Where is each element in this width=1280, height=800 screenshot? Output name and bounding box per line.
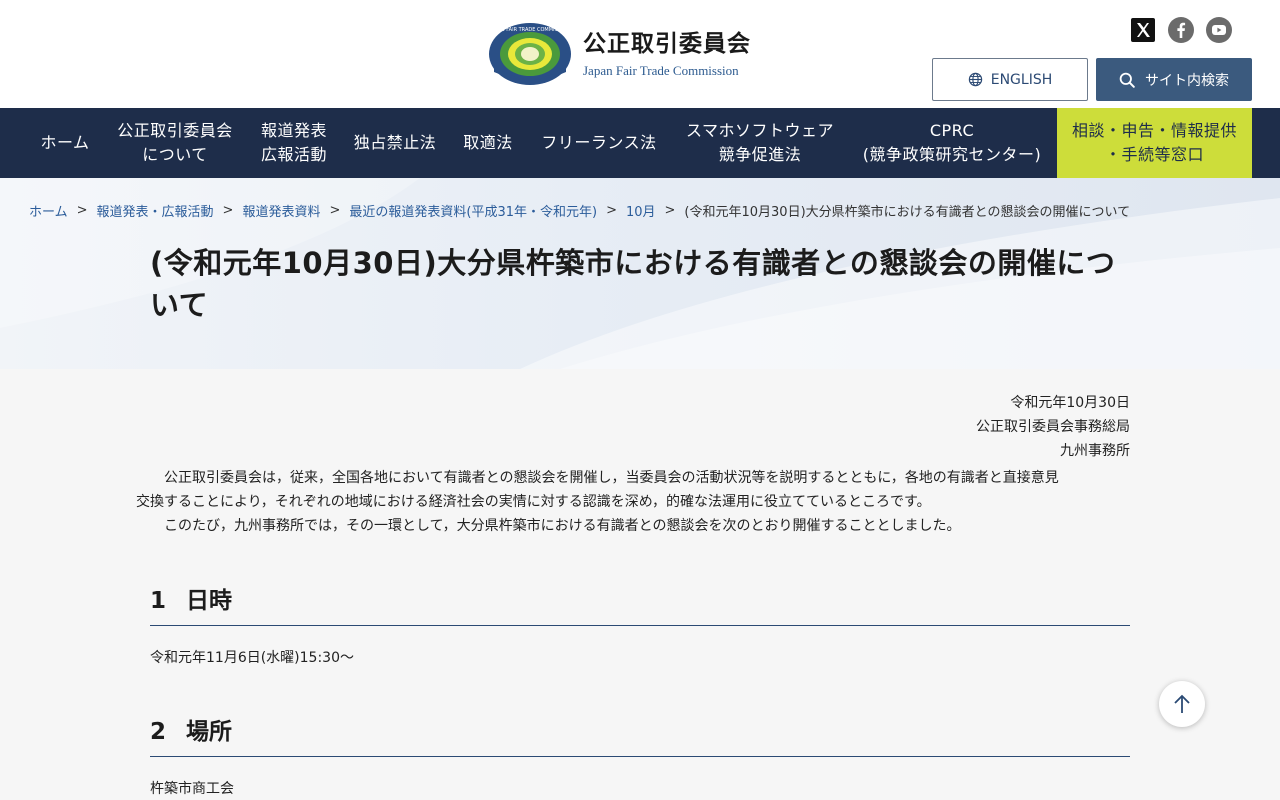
nav-freelance[interactable]: フリーランス法 xyxy=(530,108,668,178)
globe-icon xyxy=(968,72,983,87)
breadcrumb-separator: > xyxy=(76,203,88,218)
section-number: 1 xyxy=(150,588,167,614)
nav-toriteki[interactable]: 取適法 xyxy=(452,108,524,178)
jftc-emblem-icon: JAPAN FAIR TRADE COMMISSION xyxy=(489,23,571,85)
sns-links xyxy=(1130,17,1232,43)
breadcrumb-separator: > xyxy=(329,203,341,218)
breadcrumb-link-press[interactable]: 報道発表・広報活動 xyxy=(97,201,214,220)
logo-title-jp: 公正取引委員会 xyxy=(583,30,751,57)
release-date: 令和元年10月30日 xyxy=(1010,395,1130,411)
nav-label: (競争政策研究センター) xyxy=(862,145,1042,164)
nav-antimonopoly[interactable]: 独占禁止法 xyxy=(344,108,446,178)
nav-smartphone-act[interactable]: スマホソフトウェア 競争促進法 xyxy=(673,108,847,178)
breadcrumb-separator: > xyxy=(606,203,617,218)
nav-label: 報道発表 xyxy=(260,121,327,140)
breadcrumb: ホーム > 報道発表・広報活動 > 報道発表資料 > 最近の報道発表資料(平成3… xyxy=(29,201,1130,220)
logo-ring-text: JAPAN FAIR TRADE COMMISSION xyxy=(489,27,570,33)
release-org: 公正取引委員会事務総局 xyxy=(976,419,1130,435)
search-label: サイト内検索 xyxy=(1145,72,1229,89)
page-title-line1: (令和元年10月30日)大分県杵築市における有識者との懇談会の開催につ xyxy=(150,246,1116,280)
breadcrumb-link-home[interactable]: ホーム xyxy=(29,201,68,220)
facebook-icon[interactable] xyxy=(1168,17,1194,43)
breadcrumb-link-press-materials[interactable]: 報道発表資料 xyxy=(242,201,320,220)
youtube-icon[interactable] xyxy=(1206,17,1232,43)
release-office: 九州事務所 xyxy=(1060,443,1130,459)
section-heading-venue: 2 場所 xyxy=(150,712,1130,757)
section-number: 2 xyxy=(150,719,167,745)
breadcrumb-current: (令和元年10月30日)大分県杵築市における有識者との懇談会の開催について xyxy=(684,205,1131,220)
search-icon xyxy=(1119,72,1135,88)
nav-label: 取適法 xyxy=(463,133,513,152)
nav-label: CPRC xyxy=(929,121,975,140)
site-search-button[interactable]: サイト内検索 xyxy=(1096,58,1252,101)
breadcrumb-separator: > xyxy=(222,203,234,218)
site-logo[interactable]: JAPAN FAIR TRADE COMMISSION 公正取引委員会 Japa… xyxy=(488,22,751,86)
nav-consultation[interactable]: 相談・申告・情報提供 ・手続等窓口 xyxy=(1057,108,1252,178)
intro-text: 公正取引委員会は，従来，全国各地において有識者との懇談会を開催し，当委員会の活動… xyxy=(136,466,1130,538)
back-to-top-button[interactable] xyxy=(1159,681,1205,727)
intro-paragraph-1: 公正取引委員会は，従来，全国各地において有識者との懇談会を開催し，当委員会の活動… xyxy=(136,466,1130,514)
global-nav: ホーム 公正取引委員会 について 報道発表広報活動 独占禁止法 取適法 フリーラン… xyxy=(0,108,1280,178)
nav-label: スマホソフトウェア xyxy=(685,121,835,140)
intro-line: 公正取引委員会は，従来，全国各地において有識者との懇談会を開催し，当委員会の活動… xyxy=(164,470,1059,486)
page-title: (令和元年10月30日)大分県杵築市における有識者との懇談会の開催につ いて xyxy=(150,242,1130,326)
nav-label: 広報活動 xyxy=(260,145,327,164)
release-meta: 令和元年10月30日 公正取引委員会事務総局 九州事務所 xyxy=(976,391,1130,463)
nav-label: 独占禁止法 xyxy=(353,133,437,152)
nav-label: 公正取引委員会 xyxy=(117,121,233,140)
section-body-venue: 杵築市商工会 xyxy=(150,781,234,797)
page-hero: ホーム > 報道発表・広報活動 > 報道発表資料 > 最近の報道発表資料(平成3… xyxy=(0,178,1280,369)
site-header: JAPAN FAIR TRADE COMMISSION 公正取引委員会 Japa… xyxy=(0,0,1280,108)
page-title-line2: いて xyxy=(150,288,209,322)
nav-about[interactable]: 公正取引委員会 について xyxy=(106,108,244,178)
english-label: ENGLISH xyxy=(990,71,1053,88)
breadcrumb-link-october[interactable]: 10月 xyxy=(626,201,656,220)
nav-label: 相談・申告・情報提供 xyxy=(1071,121,1237,140)
nav-press[interactable]: 報道発表 広報活動 xyxy=(249,108,339,178)
intro-line: 交換することにより，それぞれの地域における経済社会の実情に対する認識を深め，的確… xyxy=(136,494,931,510)
nav-cprc[interactable]: CPRC (競争政策研究センター) xyxy=(852,108,1052,178)
section-title: 場所 xyxy=(186,719,233,745)
section-heading-datetime: 1 日時 xyxy=(150,581,1130,626)
section-body-datetime: 令和元年11月6日(水曜)15:30〜 xyxy=(150,650,354,666)
intro-paragraph-2: このたび，九州事務所では，その一環として，大分県杵築市における有識者との懇談会を… xyxy=(164,518,961,534)
nav-label: ・手続等窓口 xyxy=(1104,145,1204,164)
logo-text: 公正取引委員会 Japan Fair Trade Commission xyxy=(583,29,751,80)
arrow-up-icon xyxy=(1174,694,1190,713)
breadcrumb-separator: > xyxy=(664,203,676,218)
logo-title-en: Japan Fair Trade Commission xyxy=(583,62,739,78)
nav-label: 競争促進法 xyxy=(718,145,802,164)
x-icon[interactable] xyxy=(1130,17,1156,43)
section-title: 日時 xyxy=(186,588,233,614)
english-button[interactable]: ENGLISH xyxy=(932,58,1088,101)
nav-label: について xyxy=(142,145,208,164)
nav-home[interactable]: ホーム xyxy=(28,108,102,178)
breadcrumb-link-recent[interactable]: 最近の報道発表資料(平成31年・令和元年) xyxy=(349,201,597,220)
nav-label: フリーランス法 xyxy=(541,133,657,152)
nav-label: ホーム xyxy=(40,133,90,152)
